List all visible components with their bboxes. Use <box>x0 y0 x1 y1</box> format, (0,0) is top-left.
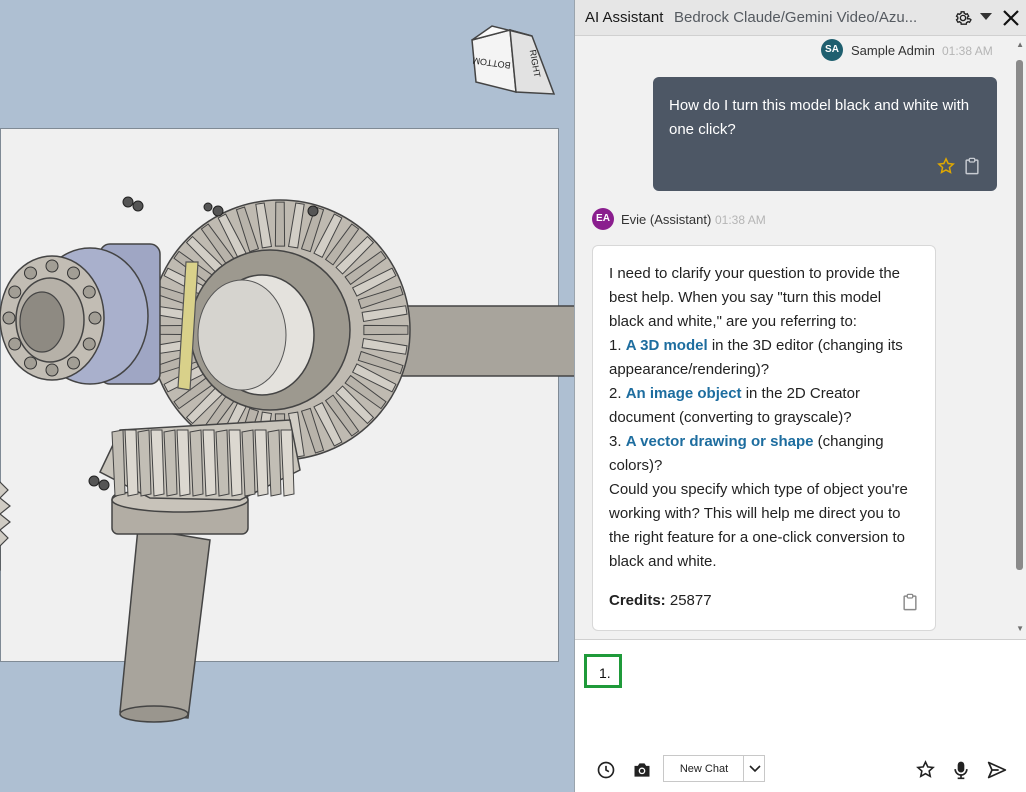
3d-viewport[interactable]: BOTTOM RIGHT <box>0 0 574 792</box>
message-time: 01:38 AM <box>715 213 766 227</box>
partial-gear-left <box>0 481 11 571</box>
chat-history[interactable]: SA Sample Admin 01:38 AM How do I turn t… <box>575 36 1026 639</box>
option-link[interactable]: A 3D model <box>626 337 708 354</box>
chat-toolbar: New Chat <box>575 752 1026 792</box>
user-message-text: How do I turn this model black and white… <box>669 97 970 138</box>
option-item: 1. A 3D model in the 3D editor (changing… <box>609 337 903 378</box>
gear-icon[interactable] <box>954 9 972 27</box>
divider <box>743 756 744 781</box>
assistant-message-bubble: I need to clarify your question to provi… <box>592 245 936 631</box>
option-link[interactable]: A vector drawing or shape <box>626 433 814 450</box>
credits-label: Credits: <box>609 592 666 609</box>
panel-title: AI Assistant <box>585 9 664 26</box>
history-icon[interactable] <box>596 760 616 780</box>
message-input-value: 1. <box>599 665 611 681</box>
sender-name: Evie (Assistant) <box>621 212 712 227</box>
chat-scrollbar[interactable]: ▲ ▼ <box>1014 36 1026 639</box>
star-icon[interactable] <box>937 157 955 175</box>
option-item: 3. A vector drawing or shape (changing c… <box>609 433 884 474</box>
clipboard-icon[interactable] <box>902 593 918 611</box>
avatar: EA <box>592 208 614 230</box>
panel-titlebar: AI Assistant Bedrock Claude/Gemini Video… <box>575 0 1026 36</box>
new-chat-label: New Chat <box>679 763 729 775</box>
camera-icon[interactable] <box>632 760 652 780</box>
assistant-message-text: I need to clarify your question to provi… <box>609 262 919 574</box>
new-chat-button[interactable]: New Chat <box>663 755 765 782</box>
credits-value: 25877 <box>669 592 712 609</box>
ai-assistant-panel: AI Assistant Bedrock Claude/Gemini Video… <box>574 0 1026 792</box>
option-item: 2. An image object in the 2D Creator doc… <box>609 385 860 426</box>
scroll-up-arrow[interactable]: ▲ <box>1016 40 1024 49</box>
scroll-down-arrow[interactable]: ▼ <box>1016 624 1024 633</box>
message-time: 01:38 AM <box>942 44 993 58</box>
sender-name: Sample Admin <box>851 43 935 58</box>
close-icon[interactable] <box>1003 10 1019 26</box>
microphone-icon[interactable] <box>952 760 970 780</box>
view-cube[interactable]: BOTTOM RIGHT <box>470 24 556 98</box>
pinion-gear <box>99 419 301 501</box>
vertical-shaft <box>111 487 249 723</box>
chevron-down-icon[interactable] <box>748 762 762 776</box>
assistant-outro: Could you specify which type of object y… <box>609 481 908 570</box>
star-icon[interactable] <box>916 760 935 779</box>
chevron-down-icon[interactable] <box>980 13 992 21</box>
send-icon[interactable] <box>987 760 1007 780</box>
avatar: SA <box>821 39 843 61</box>
bearing-housing <box>0 243 161 385</box>
clipboard-icon[interactable] <box>964 157 980 175</box>
option-link[interactable]: An image object <box>626 385 742 402</box>
model-selector-label[interactable]: Bedrock Claude/Gemini Video/Azu... <box>674 9 936 26</box>
credits-line: Credits: 25877 <box>609 592 712 609</box>
gear-assembly-model[interactable] <box>0 0 574 792</box>
user-message-bubble: How do I turn this model black and white… <box>653 77 997 191</box>
assistant-intro: I need to clarify your question to provi… <box>609 265 901 330</box>
scroll-thumb[interactable] <box>1016 60 1023 570</box>
message-input[interactable]: 1. <box>584 654 622 688</box>
